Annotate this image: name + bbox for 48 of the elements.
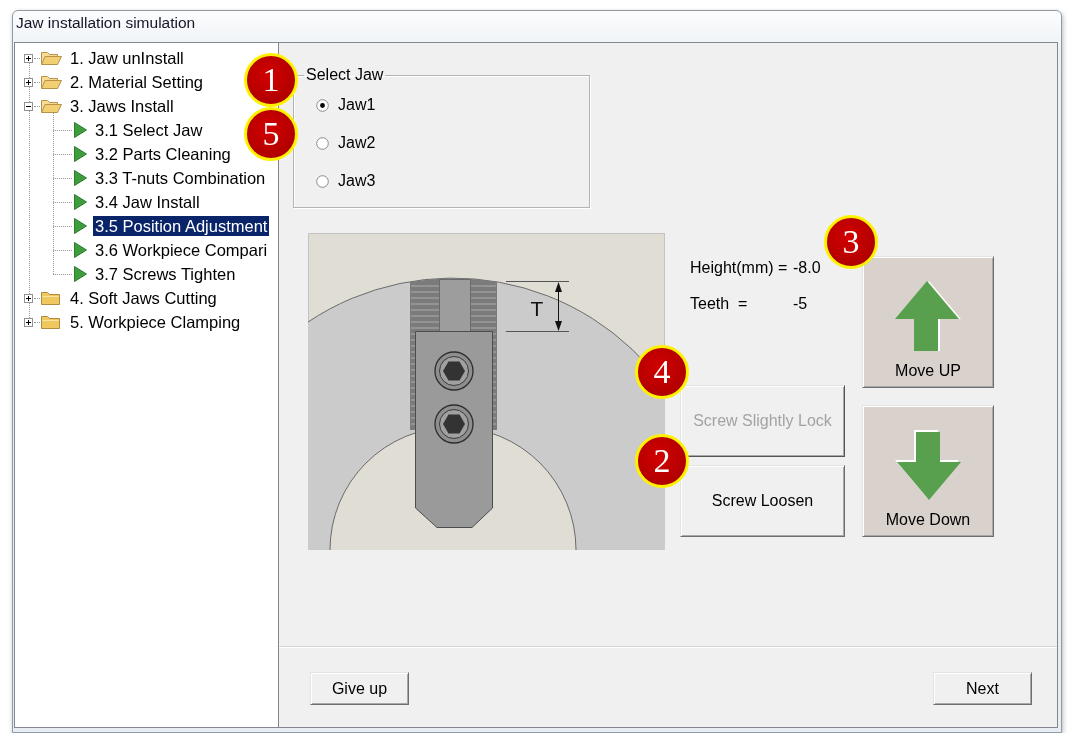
dimension-label: T <box>530 297 544 320</box>
jaw-radio-option[interactable]: Jaw3 <box>316 162 376 200</box>
radio-icon[interactable] <box>316 136 329 150</box>
tree-item[interactable]: 3.7 Screws Tighten <box>93 264 238 284</box>
window-title: Jaw installation simulation <box>16 14 196 31</box>
expand-icon[interactable] <box>24 53 33 63</box>
arrow-button[interactable]: Move UP <box>862 256 994 388</box>
expand-icon[interactable] <box>24 77 33 87</box>
tree-item[interactable]: 3. Jaws Install <box>68 96 176 116</box>
footer-button[interactable]: Next <box>933 672 1032 705</box>
screw-head-icon <box>434 351 474 391</box>
tree-item[interactable]: 1. Jaw unInstall <box>68 48 186 68</box>
expand-icon[interactable] <box>24 317 33 327</box>
group-title: Select Jaw <box>305 66 385 84</box>
tree-item[interactable]: 3.6 Workpiece Compari <box>93 240 270 260</box>
collapse-icon[interactable] <box>24 101 33 111</box>
reading-label: Height(mm) = <box>690 258 788 278</box>
tree-item[interactable]: 3.4 Jaw Install <box>93 192 202 212</box>
tree-item[interactable]: 5. Workpiece Clamping <box>68 312 243 332</box>
reading-label: Teeth = <box>690 294 748 314</box>
expand-icon[interactable] <box>24 293 33 303</box>
screw-head-icon <box>434 404 474 444</box>
play-icon <box>74 170 87 186</box>
jaw-radio-option[interactable]: Jaw1 <box>316 86 376 124</box>
dimension-marker <box>505 281 570 332</box>
tree-item[interactable]: 2. Material Setting <box>68 72 205 92</box>
action-button[interactable]: Screw Loosen <box>680 465 845 537</box>
radio-icon[interactable] <box>316 174 329 188</box>
play-icon <box>74 122 87 138</box>
down-arrow-icon <box>895 430 961 500</box>
play-icon <box>74 218 87 234</box>
reading-value: -5 <box>793 294 808 314</box>
tree-item[interactable]: 4. Soft Jaws Cutting <box>68 288 219 308</box>
tree-item[interactable]: 3.2 Parts Cleaning <box>93 144 233 164</box>
jaw-radio-option[interactable]: Jaw2 <box>316 124 376 162</box>
arrow-button[interactable]: Move Down <box>862 405 994 537</box>
play-icon <box>74 242 87 258</box>
footer-button[interactable]: Give up <box>310 672 409 705</box>
tree-item[interactable]: 3.1 Select Jaw <box>93 120 205 140</box>
up-arrow-icon <box>895 281 961 351</box>
radio-icon[interactable] <box>316 98 329 112</box>
reading-value: -8.0 <box>793 258 821 278</box>
number-badge: 3 <box>824 215 878 269</box>
play-icon <box>74 266 87 282</box>
tree-item[interactable]: 3.5 Position Adjustment <box>93 216 270 236</box>
tree-item[interactable]: 3.3 T-nuts Combination <box>93 168 268 188</box>
play-icon <box>74 194 87 210</box>
play-icon <box>74 146 87 162</box>
